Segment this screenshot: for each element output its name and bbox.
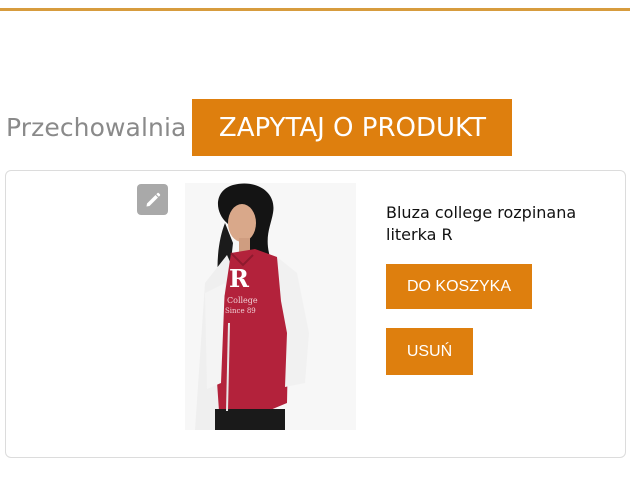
svg-text:College: College: [227, 296, 258, 305]
svg-text:R: R: [229, 264, 250, 293]
product-image[interactable]: R College Since 89: [185, 183, 356, 430]
product-photo: R College Since 89: [185, 183, 356, 430]
ask-about-product-button[interactable]: ZAPYTAJ O PRODUKT: [192, 99, 513, 156]
page: Przechowalnia ZAPYTAJ O PRODUKT R Colleg…: [0, 0, 630, 504]
product-name[interactable]: Bluza college rozpinana literka R: [386, 202, 606, 246]
pencil-icon: [146, 192, 160, 206]
top-divider: [0, 8, 630, 11]
svg-text:Since 89: Since 89: [225, 307, 256, 315]
remove-button[interactable]: USUŃ: [386, 328, 473, 375]
edit-button[interactable]: [137, 184, 168, 215]
stored-product-card: R College Since 89 Bluza college rozpina…: [5, 170, 626, 458]
storage-title: Przechowalnia: [6, 113, 187, 142]
storage-header: Przechowalnia ZAPYTAJ O PRODUKT: [0, 99, 513, 156]
add-to-cart-button[interactable]: DO KOSZYKA: [386, 264, 532, 309]
